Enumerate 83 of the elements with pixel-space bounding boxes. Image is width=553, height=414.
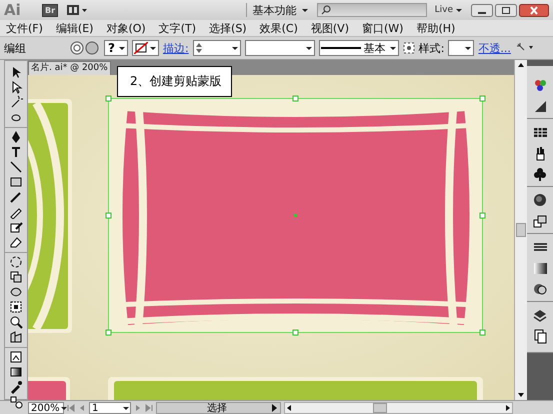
vertical-scrollbar[interactable]: [514, 60, 527, 400]
mask-mode-icon[interactable]: [70, 41, 100, 55]
menu-item[interactable]: 编辑(E): [56, 20, 94, 36]
app-logo: Ai: [4, 1, 22, 19]
eraser-icon[interactable]: [9, 235, 23, 249]
fill-swatch[interactable]: ?: [104, 40, 128, 56]
scroll-thumb[interactable]: [516, 223, 526, 237]
brush-tool-icon[interactable]: [9, 190, 23, 204]
business-card-drawing: [28, 377, 70, 400]
layers-icon[interactable]: [532, 308, 548, 323]
caret-icon[interactable]: [230, 44, 239, 52]
caret-icon[interactable]: [118, 44, 126, 52]
live-button[interactable]: Live: [434, 5, 453, 15]
workspace-switcher[interactable]: 基本功能: [252, 2, 297, 18]
play-arrow-icon[interactable]: [270, 404, 278, 412]
stroke-style-dropdown[interactable]: 基本: [318, 40, 399, 56]
bridge-button[interactable]: Br: [42, 4, 58, 16]
status-menu[interactable]: 选择: [156, 402, 281, 414]
search-field[interactable]: [316, 3, 427, 17]
caret-icon[interactable]: [60, 404, 68, 412]
menu-item[interactable]: 选择(S): [209, 20, 247, 36]
color-palette-icon[interactable]: [532, 78, 548, 93]
scale-tool-icon[interactable]: [9, 270, 23, 284]
layout-icon[interactable]: [66, 4, 88, 16]
pen-tool-icon[interactable]: [9, 130, 23, 144]
recolor-icon[interactable]: [402, 42, 415, 54]
menu-item[interactable]: 帮助(H): [416, 20, 456, 36]
caret-icon[interactable]: [122, 404, 130, 412]
stroke-link[interactable]: 描边:: [162, 40, 189, 56]
caret-icon[interactable]: [148, 44, 157, 52]
scroll-left-icon[interactable]: [285, 404, 293, 412]
maximize-icon[interactable]: [495, 4, 517, 16]
gradient-tool-icon[interactable]: [9, 365, 23, 379]
free-transform-icon[interactable]: [9, 300, 23, 314]
menu-item[interactable]: 效果(C): [260, 20, 298, 36]
color-guide-icon[interactable]: [532, 99, 548, 114]
stroke-swatch[interactable]: [132, 40, 159, 56]
scroll-thumb[interactable]: [373, 403, 387, 413]
style-label: 样式:: [418, 40, 444, 56]
style-dropdown[interactable]: [448, 40, 474, 56]
caret-icon[interactable]: [464, 44, 472, 52]
zoom-field[interactable]: 200%: [28, 402, 64, 414]
blob-brush-icon[interactable]: [9, 220, 23, 234]
minimize-icon[interactable]: [471, 4, 493, 16]
stepper-icon: [194, 42, 203, 54]
scroll-right-icon[interactable]: [504, 404, 512, 412]
graphic-styles-icon[interactable]: [532, 214, 548, 229]
caret-icon[interactable]: [300, 6, 309, 14]
blend-tool-icon[interactable]: [9, 395, 23, 409]
search-icon: [320, 5, 331, 15]
rectangle-tool-icon[interactable]: [9, 175, 23, 189]
swatches-grid-icon[interactable]: [532, 125, 548, 140]
selection-label: 编组: [4, 40, 27, 56]
variable-width-dropdown[interactable]: [244, 40, 315, 56]
document-tab[interactable]: 名片. ai* @ 200%: [28, 61, 111, 75]
opacity-link[interactable]: 不透...: [478, 40, 511, 56]
menu-item[interactable]: 对象(O): [106, 20, 146, 36]
caret-icon[interactable]: [455, 6, 463, 14]
menu-item[interactable]: 文件(F): [6, 20, 43, 36]
callout-label: 2、创建剪贴蒙版: [117, 66, 232, 97]
page-field[interactable]: 1: [89, 402, 131, 414]
menu-item[interactable]: 文字(T): [158, 20, 196, 36]
close-icon[interactable]: [519, 4, 549, 16]
graph-tool-icon[interactable]: [9, 330, 23, 344]
rotate-tool-icon[interactable]: [9, 255, 23, 269]
none-color-icon: [134, 42, 148, 54]
caret-icon[interactable]: [304, 44, 313, 52]
appearance-icon[interactable]: [532, 193, 548, 208]
magic-wand-icon[interactable]: [9, 95, 23, 109]
horizontal-scrollbar[interactable]: [284, 402, 513, 414]
transparency-icon[interactable]: [532, 282, 548, 297]
line-tool-icon[interactable]: [9, 160, 23, 174]
line-sample-icon: [320, 45, 361, 51]
gradient-swatch-icon[interactable]: [532, 261, 548, 276]
menu-item[interactable]: 窗口(W): [362, 20, 404, 36]
type-tool-icon[interactable]: [9, 145, 23, 159]
mesh-tool-icon[interactable]: [9, 350, 23, 364]
stroke-weight-field[interactable]: [192, 40, 241, 56]
artboards-icon[interactable]: [532, 329, 548, 344]
caret-icon[interactable]: [388, 44, 397, 52]
menu-item[interactable]: 视图(V): [310, 20, 349, 36]
eyedropper-icon[interactable]: [9, 380, 23, 394]
club-symbol-icon[interactable]: [532, 167, 548, 182]
